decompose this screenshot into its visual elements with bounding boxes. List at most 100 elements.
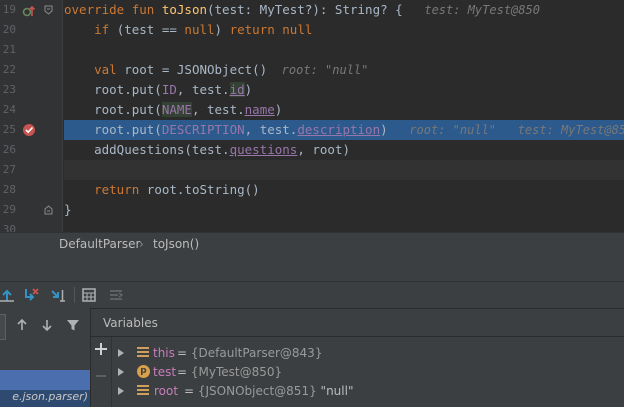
breadcrumb: DefaultParser › toJson() bbox=[0, 232, 624, 257]
variable-row[interactable]: p test = {MyTest@850} bbox=[91, 362, 624, 382]
expand-arrow-icon[interactable] bbox=[118, 368, 124, 376]
line-number: 25 bbox=[2, 123, 16, 136]
variables-title: Variables bbox=[103, 316, 158, 330]
variable-name: root bbox=[154, 384, 179, 398]
code-editor[interactable]: 19 20 21 22 23 24 25 26 27 28 29 30 override fun to… bbox=[0, 0, 624, 232]
code-token: (test == bbox=[116, 22, 185, 37]
variable-value: {JSONObject@851} bbox=[197, 384, 317, 398]
code-line[interactable]: val root = JSONObject() root: "null" bbox=[64, 60, 624, 80]
code-token: ) bbox=[274, 102, 283, 117]
debug-toolbar bbox=[0, 282, 624, 309]
code-token: null bbox=[184, 22, 215, 37]
line-number: 21 bbox=[2, 43, 16, 56]
variable-row[interactable]: root = {JSONObject@851} "null" bbox=[91, 381, 624, 401]
code-token: description bbox=[297, 122, 381, 137]
variable-value: {DefaultParser@843} bbox=[190, 346, 323, 360]
equals-sign: = bbox=[177, 346, 191, 360]
previous-frame-icon[interactable] bbox=[15, 318, 29, 332]
debug-tab-strip bbox=[0, 256, 624, 282]
code-token: (test: MyTest?): String? { bbox=[207, 2, 403, 17]
next-frame-icon[interactable] bbox=[40, 318, 54, 332]
variables-tree: this = {DefaultParser@843} p test = {MyTes… bbox=[91, 337, 624, 407]
thread-selector[interactable] bbox=[0, 314, 6, 340]
code-token: toJson bbox=[161, 2, 207, 17]
frames-panel: e.json.parser) bbox=[0, 308, 91, 407]
code-token: root.toString() bbox=[146, 182, 260, 197]
line-number: 28 bbox=[2, 183, 16, 196]
run-to-cursor-icon[interactable] bbox=[49, 286, 67, 304]
breadcrumb-class[interactable]: DefaultParser bbox=[59, 237, 140, 251]
code-line[interactable] bbox=[64, 160, 624, 180]
inline-debug-value: root: "null" test: MyTest@850 bbox=[387, 123, 624, 137]
field-stripes-icon bbox=[137, 385, 149, 397]
code-token: root.put( bbox=[64, 102, 162, 117]
code-token: if bbox=[64, 22, 117, 37]
override-up-icon[interactable] bbox=[22, 4, 36, 18]
breakpoint-check-icon[interactable] bbox=[22, 123, 36, 137]
evaluate-expression-icon[interactable] bbox=[80, 286, 98, 304]
code-line[interactable]: return root.toString() bbox=[64, 180, 624, 200]
inline-debug-value: test: MyTest@850 bbox=[402, 3, 540, 17]
code-token: , test. bbox=[191, 102, 245, 117]
code-token: addQuestions(test. bbox=[64, 142, 230, 157]
line-number: 23 bbox=[2, 83, 16, 96]
code-token: override fun bbox=[64, 2, 162, 17]
debug-tool-window: e.json.parser) Variables this = {Default… bbox=[0, 256, 624, 407]
code-token: val bbox=[64, 62, 125, 77]
code-token: root.put( bbox=[64, 82, 162, 97]
code-token: return null bbox=[229, 22, 313, 37]
code-token: questions bbox=[229, 142, 298, 157]
line-number: 20 bbox=[2, 23, 16, 36]
code-line[interactable]: } bbox=[64, 200, 624, 220]
variable-name: this bbox=[153, 346, 175, 360]
expand-arrow-icon[interactable] bbox=[118, 349, 124, 357]
line-number: 26 bbox=[2, 143, 16, 156]
field-stripes-icon bbox=[137, 347, 149, 359]
code-token: return bbox=[64, 182, 147, 197]
equals-sign: = bbox=[177, 365, 191, 379]
code-token: , root) bbox=[297, 142, 350, 157]
toolbar-separator bbox=[74, 287, 75, 303]
code-line[interactable]: if (test == null) return null bbox=[64, 20, 624, 40]
code-token: , test. bbox=[244, 122, 298, 137]
code-token: NAME bbox=[161, 102, 192, 117]
code-token: root.put( bbox=[64, 122, 162, 137]
code-line[interactable] bbox=[64, 220, 624, 232]
variable-name: test bbox=[153, 365, 177, 379]
breadcrumb-method[interactable]: toJson() bbox=[153, 237, 199, 251]
variables-header: Variables bbox=[91, 308, 624, 337]
trace-stream-icon[interactable] bbox=[107, 286, 125, 304]
breakpoint-line[interactable]: root.put(DESCRIPTION, test.description) … bbox=[64, 120, 624, 140]
code-token: DESCRIPTION bbox=[161, 122, 245, 137]
line-number: 22 bbox=[2, 63, 16, 76]
step-out-icon[interactable] bbox=[0, 286, 16, 304]
code-token: } bbox=[64, 202, 72, 217]
variable-row[interactable]: this = {DefaultParser@843} bbox=[91, 343, 624, 363]
fold-icon[interactable] bbox=[44, 5, 53, 15]
filter-icon[interactable] bbox=[66, 318, 80, 332]
line-number: 24 bbox=[2, 103, 16, 116]
code-token: ID bbox=[161, 82, 177, 97]
code-line[interactable] bbox=[64, 40, 624, 60]
variable-value-group: = {JSONObject@851} "null" bbox=[184, 381, 353, 401]
parameter-badge-icon: p bbox=[137, 365, 150, 378]
frame-label: e.json.parser) bbox=[12, 390, 88, 403]
gutter-separator bbox=[62, 0, 63, 232]
code-line[interactable]: override fun toJson(test: MyTest?): Stri… bbox=[64, 0, 624, 20]
line-number: 27 bbox=[2, 163, 16, 176]
code-line[interactable]: root.put(NAME, test.name) bbox=[64, 100, 624, 120]
fold-icon[interactable] bbox=[44, 205, 53, 215]
line-number: 30 bbox=[2, 223, 16, 232]
code-token: root = JSONObject() bbox=[124, 62, 268, 77]
selected-frame-row[interactable] bbox=[0, 370, 90, 390]
inline-debug-value: root: "null" bbox=[267, 63, 369, 77]
code-line[interactable]: root.put(ID, test.id) bbox=[64, 80, 624, 100]
code-token: name bbox=[244, 102, 275, 117]
code-line[interactable]: addQuestions(test.questions, root) bbox=[64, 140, 624, 160]
drop-frame-icon[interactable] bbox=[22, 286, 40, 304]
code-token: ) bbox=[214, 22, 230, 37]
frame-row[interactable]: e.json.parser) bbox=[0, 390, 90, 407]
line-number: 29 bbox=[2, 203, 16, 216]
expand-arrow-icon[interactable] bbox=[118, 387, 124, 395]
code-token: , test. bbox=[176, 82, 230, 97]
